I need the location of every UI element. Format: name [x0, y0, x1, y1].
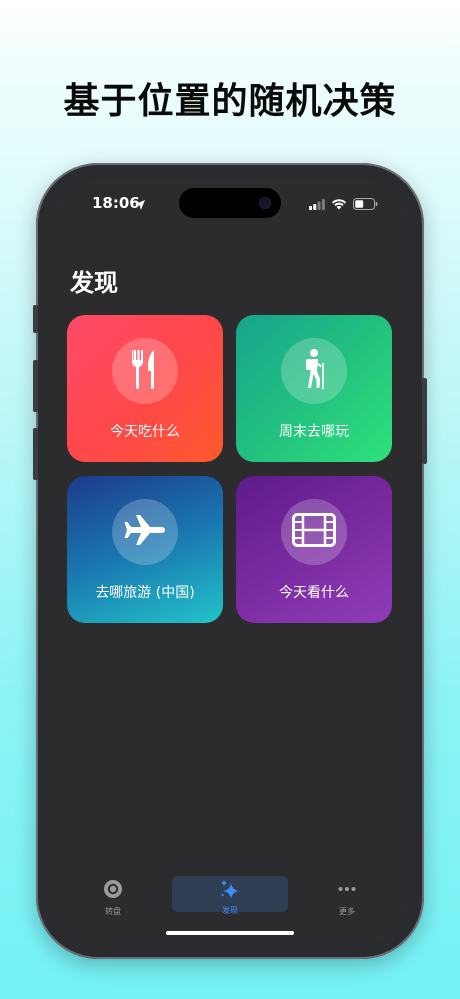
- card-icon-circle: [112, 338, 178, 404]
- marketing-headline: 基于位置的随机决策: [63, 81, 397, 122]
- tab-wheel[interactable]: 转盘: [88, 869, 138, 923]
- sparkles-icon: [219, 879, 241, 903]
- hiking-icon: [297, 348, 331, 394]
- cellular-signal-icon: [309, 195, 325, 214]
- tab-label: 转盘: [105, 907, 121, 916]
- status-time: 18:06: [92, 194, 140, 212]
- card-travel-china[interactable]: 去哪旅游 (中国): [67, 476, 223, 623]
- card-icon-circle: [112, 499, 178, 565]
- tab-label: 更多: [339, 907, 355, 916]
- status-indicators: [309, 195, 378, 214]
- card-label: 今天看什么: [279, 585, 349, 601]
- card-label: 今天吃什么: [110, 424, 180, 440]
- fork-knife-icon: [130, 349, 160, 393]
- card-icon-circle: [281, 499, 347, 565]
- front-camera: [259, 197, 271, 209]
- card-label: 去哪旅游 (中国): [95, 585, 195, 601]
- ellipsis-icon: [337, 879, 357, 903]
- tab-bar: 转盘 发现 更多: [52, 869, 408, 919]
- film-icon: [292, 513, 336, 551]
- page-title: 发现: [70, 269, 118, 297]
- phone-volume-down-button: [33, 428, 38, 480]
- card-label: 周末去哪玩: [279, 424, 349, 440]
- tab-more[interactable]: 更多: [322, 869, 372, 923]
- tab-label: 发现: [222, 906, 238, 915]
- card-weekend-plan[interactable]: 周末去哪玩: [236, 315, 392, 462]
- card-what-to-watch[interactable]: 今天看什么: [236, 476, 392, 623]
- wheel-icon: [103, 879, 123, 903]
- airplane-icon: [123, 514, 167, 550]
- card-icon-circle: [281, 338, 347, 404]
- home-indicator[interactable]: [166, 931, 294, 935]
- wifi-icon: [331, 195, 347, 214]
- location-arrow-icon: [134, 196, 146, 215]
- phone-volume-up-button: [33, 360, 38, 412]
- card-what-to-eat[interactable]: 今天吃什么: [67, 315, 223, 462]
- phone-side-button: [33, 305, 38, 333]
- dynamic-island: [179, 188, 281, 218]
- battery-icon: [353, 195, 378, 214]
- tab-discover[interactable]: 发现: [172, 876, 288, 915]
- phone-screen: 18:06 发现 今天吃什么 周末去哪玩 去哪旅游 (中国) 今天看什么 转盘 …: [52, 179, 408, 945]
- phone-power-button: [422, 378, 427, 464]
